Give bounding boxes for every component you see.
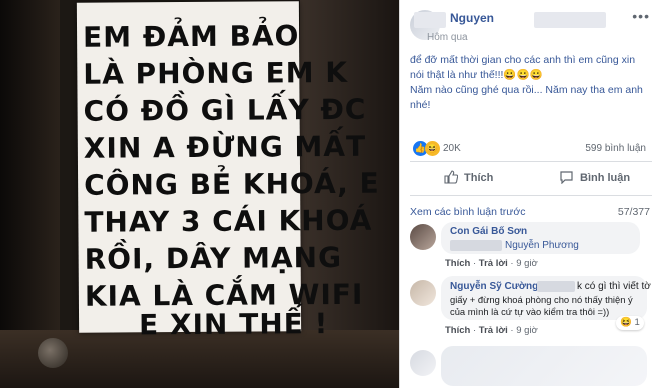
comment-icon[interactable] [559, 170, 574, 184]
post-time[interactable]: Hôm qua [427, 32, 468, 43]
comment-pager: 57/377 [617, 206, 650, 218]
name-blur-right [534, 12, 606, 28]
tag-blur [450, 240, 502, 251]
comment-bubble: Nguyễn Sỹ Cường k có gì thì viết tờ giấy… [441, 276, 651, 320]
commenter-name[interactable]: Con Gái Bố Sơn [450, 226, 527, 237]
post-caption: để đỡ mất thời gian cho các anh thì em c… [410, 53, 650, 113]
sign-line-2: LÀ PHÒNG EM K [83, 55, 349, 91]
comment-like-link[interactable]: Thích [445, 325, 470, 336]
commenter-avatar[interactable] [410, 224, 436, 250]
door-lock [38, 338, 68, 368]
sign-line-9: E XIN THẾ ! [138, 307, 329, 342]
commenter-avatar[interactable] [410, 280, 436, 306]
sign-line-6: THAY 3 CÁI KHOÁ [84, 203, 373, 239]
sign-line-4: XIN A ĐỪNG MẤT [83, 129, 367, 165]
facebook-post-screenshot: EM ĐẢM BẢO LÀ PHÒNG EM K CÓ ĐỒ GÌ LẤY ĐC… [0, 0, 660, 388]
thumbs-up-icon[interactable] [444, 170, 458, 184]
comment-text-line-1: k có gì thì viết tờ [577, 281, 651, 292]
commenter-avatar[interactable] [410, 350, 436, 376]
ellipsis-icon[interactable]: ••• [632, 8, 650, 24]
comment-reply-link[interactable]: Trả lời [479, 258, 508, 269]
comment-reaction-badge[interactable]: 😆 1 [616, 316, 644, 330]
comment-time[interactable]: 9 giờ [516, 325, 538, 336]
sign-line-1: EM ĐẢM BẢO [82, 19, 300, 54]
view-previous-comments-link[interactable]: Xem các bình luận trước [410, 206, 525, 218]
divider-bottom [410, 195, 652, 196]
comment-text-line-3: của mình là cứ tự vào kiểm tra thôi =)) [450, 306, 610, 317]
sign-line-3: CÓ ĐỒ GÌ LẤY ĐC [83, 92, 367, 128]
comment-actions: Thích · Trả lời · 9 giờ [445, 325, 538, 336]
like-button[interactable]: Thích [464, 172, 493, 184]
comment-like-link[interactable]: Thích [445, 258, 470, 269]
sign-line-7: RỒI, DÂY MẠNG [84, 240, 343, 276]
name-blur-left [414, 12, 446, 28]
comment-bubble-blurred [441, 346, 647, 386]
comment-time[interactable]: 9 giờ [516, 258, 538, 269]
comment-button[interactable]: Bình luận [580, 172, 630, 184]
haha-icon: 😆 [620, 317, 632, 328]
comment-reply-link[interactable]: Trả lời [479, 325, 508, 336]
sign-line-5: CÔNG BẺ KHOÁ, E [84, 166, 380, 202]
commenter-name[interactable]: Nguyễn Sỹ Cường [450, 281, 538, 292]
caption-line-2: Năm nào cũng ghé qua rồi... Năm nay tha … [410, 84, 643, 111]
reaction-count[interactable]: 20K [443, 143, 461, 154]
handwritten-sign: EM ĐẢM BẢO LÀ PHÒNG EM K CÓ ĐỒ GÌ LẤY ĐC… [76, 1, 380, 341]
post-photo[interactable]: EM ĐẢM BẢO LÀ PHÒNG EM K CÓ ĐỒ GÌ LẤY ĐC… [0, 0, 399, 388]
haha-reaction-icon[interactable]: 😆 [425, 141, 440, 156]
comment-actions: Thích · Trả lời · 9 giờ [445, 258, 538, 269]
comment-bubble: Con Gái Bố Sơn Nguyễn Phương [441, 222, 640, 254]
caption-line-1: để đỡ mất thời gian cho các anh thì em c… [410, 54, 636, 81]
tagged-user[interactable]: Nguyễn Phương [505, 239, 579, 252]
reaction-count: 1 [634, 317, 640, 328]
reaction-summary: 👍 😆 20K 599 bình luận [410, 140, 652, 158]
poster-name[interactable]: Nguyen [450, 11, 494, 25]
comment-count[interactable]: 599 bình luận [585, 143, 646, 154]
text-blur [537, 281, 575, 292]
post-detail-panel: Nguyen Hôm qua ••• để đỡ mất thời gian c… [399, 0, 660, 388]
divider-top [410, 161, 652, 162]
